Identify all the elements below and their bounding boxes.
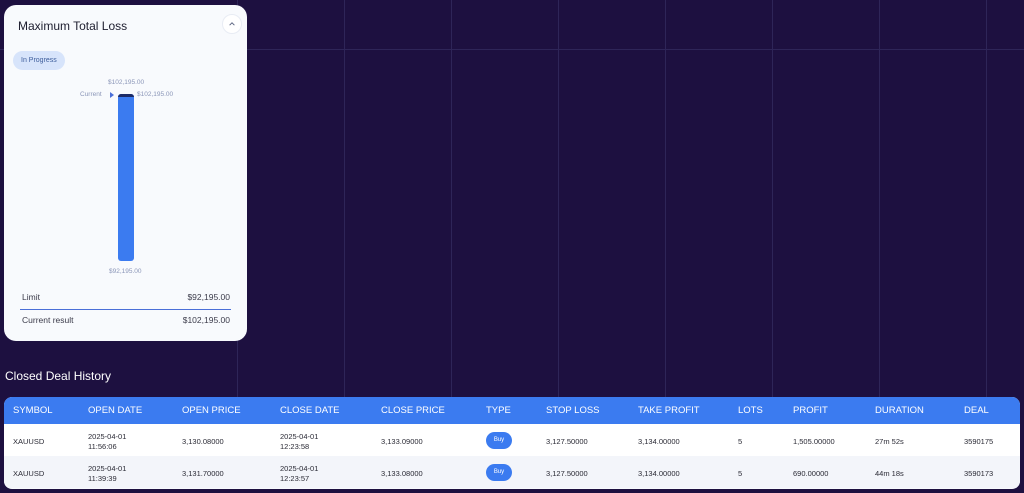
grid-line <box>344 0 345 400</box>
cell-open-date-day: 2025-04-01 <box>88 432 127 441</box>
card-title: Maximum Total Loss <box>18 19 128 33</box>
column-header-lots[interactable]: LOTS <box>738 405 763 416</box>
type-badge: Buy <box>486 464 512 481</box>
table-row[interactable]: XAUUSD 2025-04-01 11:39:39 3,131.70000 20… <box>4 456 1020 488</box>
cell-take-profit: 3,134.00000 <box>638 469 680 478</box>
max-total-loss-card: Maximum Total Loss In Progress $102,195.… <box>4 5 247 341</box>
current-value: $102,195.00 <box>137 91 174 98</box>
column-header-stop-loss[interactable]: STOP LOSS <box>546 405 600 416</box>
cell-open-price: 3,130.08000 <box>182 437 224 446</box>
cell-open-date-time: 11:39:39 <box>88 474 117 483</box>
grid-line <box>665 0 666 400</box>
grid-line <box>772 0 773 400</box>
column-header-symbol[interactable]: SYMBOL <box>13 405 53 416</box>
loss-progress-bar <box>118 94 134 261</box>
column-header-type[interactable]: TYPE <box>486 405 511 416</box>
cell-stop-loss: 3,127.50000 <box>546 469 588 478</box>
column-header-open-price[interactable]: OPEN PRICE <box>182 405 241 416</box>
cell-close-price: 3,133.09000 <box>381 437 423 446</box>
cell-open-date: 2025-04-01 11:56:06 <box>88 432 126 452</box>
grid-line <box>986 0 987 400</box>
grid-line <box>451 0 452 400</box>
column-header-duration[interactable]: DURATION <box>875 405 924 416</box>
chevron-up-icon <box>229 22 235 26</box>
cell-profit: 690.00000 <box>793 469 829 478</box>
section-title: Closed Deal History <box>5 369 112 383</box>
cell-close-date-time: 12:23:58 <box>280 442 310 451</box>
current-result-label: Current result <box>22 315 74 325</box>
table-header: SYMBOL OPEN DATE OPEN PRICE CLOSE DATE C… <box>4 397 1020 424</box>
cell-close-date: 2025-04-01 12:23:57 <box>280 464 318 484</box>
column-header-take-profit[interactable]: TAKE PROFIT <box>638 405 700 416</box>
collapse-button[interactable] <box>222 14 242 34</box>
column-header-open-date[interactable]: OPEN DATE <box>88 405 142 416</box>
cell-close-date-day: 2025-04-01 <box>280 464 319 473</box>
cell-lots: 5 <box>738 469 743 478</box>
bar-bottom-value: $92,195.00 <box>109 268 142 275</box>
current-result-value: $102,195.00 <box>182 315 230 325</box>
column-header-close-date[interactable]: CLOSE DATE <box>280 405 339 416</box>
cell-symbol: XAUUSD <box>13 469 45 478</box>
cell-lots: 5 <box>738 437 743 446</box>
table-row[interactable]: XAUUSD 2025-04-01 11:56:06 3,130.08000 20… <box>4 424 1020 456</box>
cell-open-price: 3,131.70000 <box>182 469 224 478</box>
current-result-row: Current result $102,195.00 <box>22 315 230 325</box>
cell-close-date: 2025-04-01 12:23:58 <box>280 432 318 452</box>
limit-value: $92,195.00 <box>187 292 230 302</box>
cell-open-date-day: 2025-04-01 <box>88 464 127 473</box>
column-header-deal[interactable]: DEAL <box>964 405 989 416</box>
cell-stop-loss: 3,127.50000 <box>546 437 588 446</box>
cell-take-profit: 3,134.00000 <box>638 437 680 446</box>
cell-symbol: XAUUSD <box>13 437 45 446</box>
bar-top-value: $102,195.00 <box>108 79 145 86</box>
limit-row: Limit $92,195.00 <box>22 292 230 302</box>
column-header-profit[interactable]: PROFIT <box>793 405 828 416</box>
cell-deal: 3590173 <box>964 469 994 478</box>
grid-line <box>558 0 559 400</box>
type-badge: Buy <box>486 432 512 449</box>
cell-duration: 27m 52s <box>875 437 904 446</box>
column-header-close-price[interactable]: CLOSE PRICE <box>381 405 445 416</box>
current-marker-icon <box>110 92 114 98</box>
cell-deal: 3590175 <box>964 437 994 446</box>
cell-close-date-time: 12:23:57 <box>280 474 310 483</box>
current-label: Current <box>80 91 102 98</box>
cell-open-date: 2025-04-01 11:39:39 <box>88 464 126 484</box>
cell-close-date-day: 2025-04-01 <box>280 432 319 441</box>
cell-close-price: 3,133.08000 <box>381 469 423 478</box>
grid-line <box>879 0 880 400</box>
cell-open-date-time: 11:56:06 <box>88 442 117 451</box>
closed-deal-table: SYMBOL OPEN DATE OPEN PRICE CLOSE DATE C… <box>4 397 1020 489</box>
limit-label: Limit <box>22 292 40 302</box>
loss-progress-cap <box>118 94 134 97</box>
divider <box>20 309 231 310</box>
cell-profit: 1,505.00000 <box>793 437 835 446</box>
cell-duration: 44m 18s <box>875 469 904 478</box>
status-badge: In Progress <box>13 51 65 70</box>
